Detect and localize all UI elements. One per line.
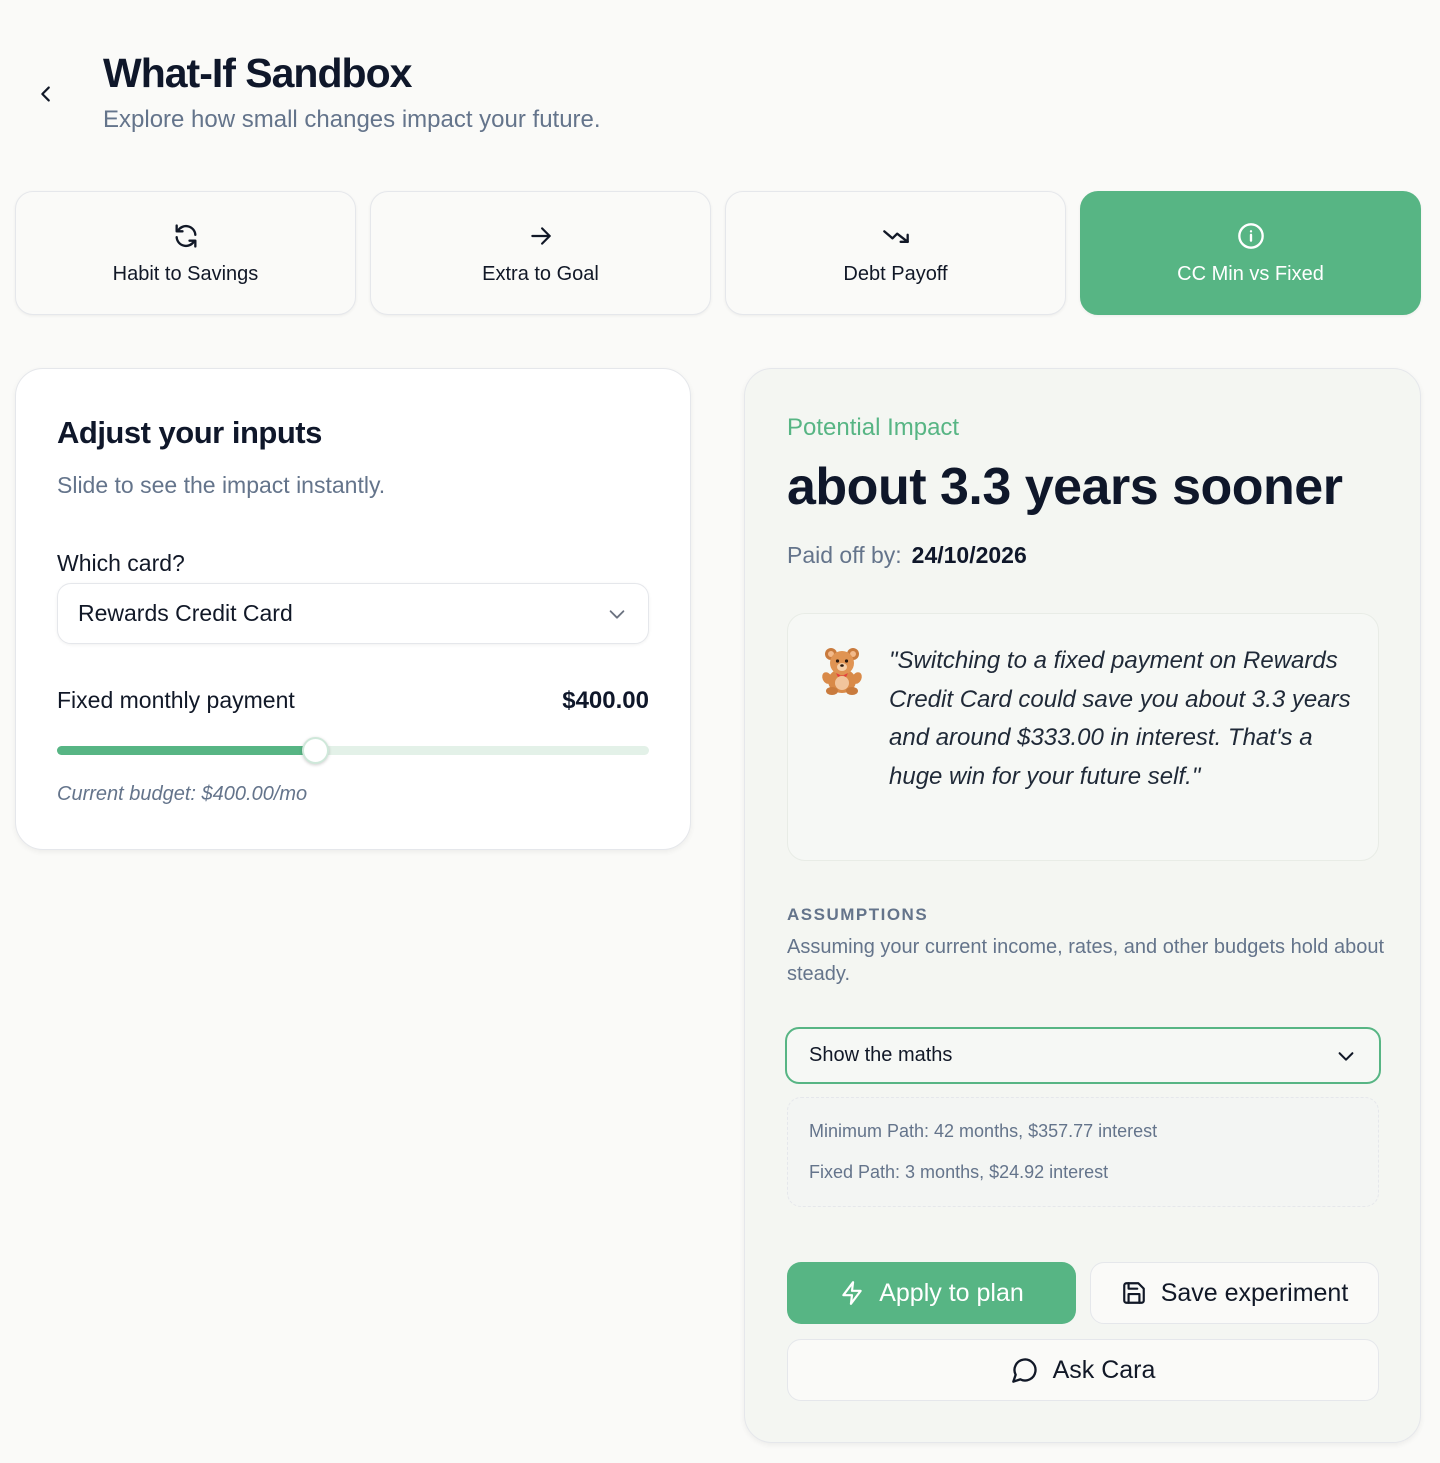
teddy-bear-icon [822, 648, 862, 695]
chevron-down-icon [1338, 1051, 1354, 1061]
card-select-label: Which card? [57, 550, 185, 576]
impact-card: Potential Impact about 3.3 years sooner … [744, 368, 1421, 1443]
chat-bubble-icon [1011, 1356, 1039, 1384]
insight-quote-box: "Switching to a fixed payment on Rewards… [787, 613, 1379, 861]
tab-label: Habit to Savings [112, 262, 259, 285]
tab-extra-to-goal[interactable]: Extra to Goal [370, 191, 711, 315]
chevron-down-icon [609, 609, 625, 619]
tab-label: Extra to Goal [482, 262, 599, 285]
arrow-right-icon [528, 221, 554, 251]
assumptions-label: ASSUMPTIONS [787, 905, 929, 924]
show-maths-label: Show the maths [809, 1044, 953, 1066]
slider-thumb[interactable] [301, 737, 329, 764]
ask-button-label: Ask Cara [1052, 1355, 1156, 1384]
impact-headline: about 3.3 years sooner [787, 458, 1343, 516]
inputs-card: Adjust your inputs Slide to see the impa… [15, 368, 691, 850]
trending-down-icon [882, 221, 910, 251]
back-button[interactable] [30, 78, 62, 110]
budget-note: Current budget: $400.00/mo [57, 783, 308, 805]
maths-minimum-path: Minimum Path: 42 months, $357.77 interes… [809, 1121, 1158, 1141]
info-icon [1237, 221, 1265, 251]
save-experiment-button[interactable]: Save experiment [1090, 1262, 1379, 1324]
slider-fill [57, 746, 315, 755]
insight-quote-text: "Switching to a fixed payment on Rewards… [889, 647, 1351, 790]
apply-button-label: Apply to plan [879, 1278, 1024, 1307]
ask-cara-button[interactable]: Ask Cara [787, 1339, 1379, 1401]
tab-label: CC Min vs Fixed [1177, 262, 1324, 285]
chevron-left-icon [41, 86, 50, 102]
lightning-icon [839, 1280, 865, 1306]
tab-debt-payoff[interactable]: Debt Payoff [725, 191, 1066, 315]
inputs-title: Adjust your inputs [57, 415, 322, 450]
paid-off-row: Paid off by: 24/10/2026 [787, 542, 1027, 569]
payment-label: Fixed monthly payment [57, 687, 295, 713]
payment-value: $400.00 [562, 687, 649, 714]
refresh-icon [172, 221, 200, 251]
tab-cc-min-vs-fixed[interactable]: CC Min vs Fixed [1080, 191, 1421, 315]
save-icon [1121, 1280, 1147, 1306]
paid-off-label: Paid off by: [787, 542, 902, 568]
assumptions-text: Assuming your current income, rates, and… [787, 936, 1385, 985]
impact-eyebrow: Potential Impact [787, 414, 960, 441]
show-maths-toggle[interactable]: Show the maths [785, 1027, 1381, 1084]
tab-habit-to-savings[interactable]: Habit to Savings [15, 191, 356, 315]
tab-label: Debt Payoff [843, 262, 948, 285]
save-button-label: Save experiment [1160, 1278, 1349, 1307]
apply-to-plan-button[interactable]: Apply to plan [787, 1262, 1076, 1324]
maths-details: Minimum Path: 42 months, $357.77 interes… [787, 1097, 1379, 1207]
maths-fixed-path: Fixed Path: 3 months, $24.92 interest [809, 1162, 1109, 1182]
paid-off-date: 24/10/2026 [911, 542, 1027, 568]
card-select-value: Rewards Credit Card [78, 600, 293, 626]
payment-slider[interactable] [57, 737, 649, 764]
card-select[interactable]: Rewards Credit Card [57, 583, 649, 644]
scenario-tabs: Habit to Savings Extra to Goal Debt Payo… [15, 191, 1421, 315]
page-title: What-If Sandbox [103, 50, 412, 96]
page-subtitle: Explore how small changes impact your fu… [103, 106, 601, 133]
inputs-subtitle: Slide to see the impact instantly. [57, 472, 386, 498]
